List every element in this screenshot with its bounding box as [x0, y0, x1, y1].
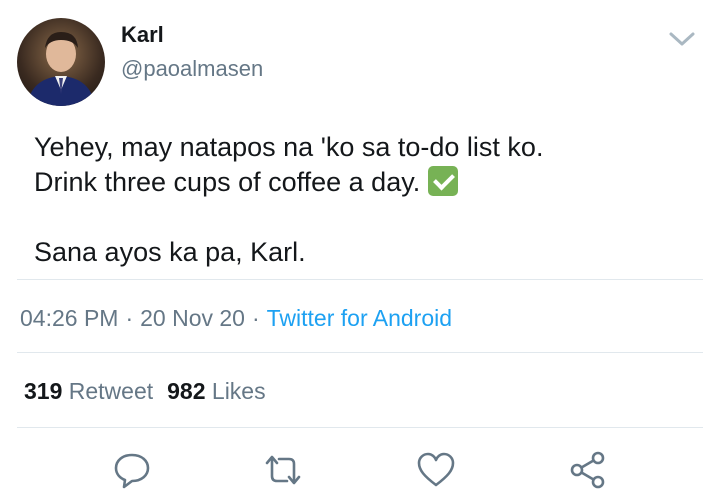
user-handle[interactable]: @paoalmasen: [121, 56, 263, 82]
retweet-label: Retweet: [68, 378, 154, 404]
speech-bubble-icon: [114, 453, 150, 489]
retweet-arrows-icon: [265, 455, 301, 485]
divider: [17, 427, 703, 428]
share-nodes-icon: [570, 451, 605, 489]
user-name[interactable]: Karl: [121, 22, 164, 48]
tweet-header: Karl @paoalmasen: [0, 0, 720, 110]
separator-dot: ·: [251, 305, 260, 331]
tweet-meta: 04:26 PM · 20 Nov 20 · Twitter for Android: [20, 305, 452, 332]
likes-count: 982: [167, 378, 206, 404]
tweet-source-link[interactable]: Twitter for Android: [267, 305, 452, 331]
tweet-stats: 319 Retweet 982 Likes: [24, 378, 280, 405]
tweet-line-2: Drink three cups of coffee a day.: [34, 165, 694, 200]
check-mark-button-icon: [427, 166, 458, 196]
retweet-button[interactable]: [261, 448, 305, 492]
chevron-down-icon[interactable]: [667, 28, 697, 50]
separator-dot: ·: [125, 305, 134, 331]
tweet-line-3: Sana ayos ka pa, Karl.: [34, 237, 306, 267]
likes-label: Likes: [211, 378, 266, 404]
like-button[interactable]: [414, 448, 458, 492]
tweet-time[interactable]: 04:26 PM: [20, 305, 118, 331]
retweet-count: 319: [24, 378, 63, 404]
heart-icon: [417, 452, 455, 487]
retweet-stat[interactable]: 319 Retweet: [24, 378, 153, 404]
tweet-line-2-text: Drink three cups of coffee a day.: [34, 167, 428, 197]
tweet-line-1: Yehey, may natapos na 'ko sa to-do list …: [34, 132, 544, 162]
avatar[interactable]: [17, 18, 105, 106]
reply-button[interactable]: [110, 448, 154, 492]
divider: [17, 352, 703, 353]
likes-stat[interactable]: 982 Likes: [167, 378, 265, 404]
share-button[interactable]: [566, 448, 610, 492]
tweet-date[interactable]: 20 Nov 20: [140, 305, 245, 331]
divider: [17, 279, 703, 280]
tweet-text: Yehey, may natapos na 'ko sa to-do list …: [34, 130, 694, 270]
